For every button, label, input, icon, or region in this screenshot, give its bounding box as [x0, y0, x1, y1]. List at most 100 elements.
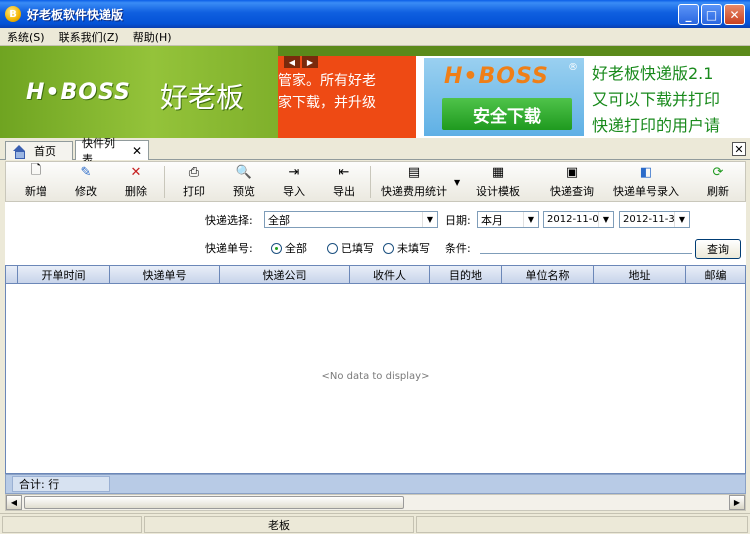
- banner-prev-button[interactable]: ◀: [284, 56, 300, 68]
- close-icon: ✕: [734, 142, 744, 156]
- column-header[interactable]: 快递单号: [110, 266, 220, 284]
- status-cell: [416, 516, 748, 533]
- banner-promo[interactable]: H•BOSS ® 安全下载 好老板快递版2.1 又可以下载并打印 快递打印的用户…: [416, 56, 750, 138]
- menu-help[interactable]: 帮助(H): [126, 29, 179, 45]
- delete-button[interactable]: ✕ 删除: [120, 164, 152, 200]
- print-button[interactable]: ⎙ 打印: [178, 164, 210, 200]
- stats-icon: ▤: [407, 164, 421, 180]
- grid-summary-bar: 合计: 行: [5, 474, 746, 494]
- chevron-right-icon: ▶: [306, 57, 314, 67]
- tab-home[interactable]: 首页: [5, 141, 73, 160]
- chevron-down-icon[interactable]: ▼: [454, 178, 460, 187]
- number-entry-button[interactable]: ◧ 快递单号录入: [610, 164, 682, 200]
- menu-system[interactable]: 系统(S): [0, 29, 52, 45]
- promo-hboss-logo: H•BOSS: [444, 64, 549, 89]
- horizontal-scrollbar[interactable]: ◀ ▶: [5, 494, 746, 511]
- radio-filled-label: 已填写: [341, 242, 374, 255]
- column-header[interactable]: 目的地: [430, 266, 502, 284]
- fee-stats-button-label: 快递费用统计: [381, 185, 447, 198]
- refresh-button[interactable]: ⟳ 刷新: [702, 164, 734, 200]
- express-grid[interactable]: 开单时间 快递单号 快递公司 收件人 目的地 单位名称 地址 邮编 <No da…: [5, 265, 746, 474]
- preview-button[interactable]: 🔍 预览: [228, 164, 260, 200]
- column-header[interactable]: 邮编: [686, 266, 745, 284]
- radio-all-label: 全部: [285, 242, 307, 255]
- edit-icon: ✎: [80, 164, 92, 180]
- date-to-picker[interactable]: 2012-11-30 ▼: [619, 211, 690, 228]
- new-button-label: 新增: [25, 185, 47, 198]
- radio-icon: [383, 242, 394, 254]
- maximize-button[interactable]: □: [701, 4, 722, 25]
- banner-next-button[interactable]: ▶: [302, 56, 318, 68]
- design-template-button-label: 设计模板: [476, 185, 520, 198]
- condition-input[interactable]: [480, 237, 692, 254]
- grid-header: 开单时间 快递单号 快递公司 收件人 目的地 单位名称 地址 邮编: [6, 266, 745, 284]
- import-icon: ⇥: [288, 164, 300, 180]
- chevron-down-icon[interactable]: ▼: [523, 212, 538, 227]
- condition-label: 条件:: [445, 242, 471, 255]
- query-button[interactable]: 查询: [695, 239, 741, 259]
- close-icon: ✕: [729, 7, 740, 22]
- toolbar: 🗋 新增 ✎ 修改 ✕ 删除 ⎙ 打印 🔍 预览 ⇥ 导入 ⇤ 导出 ▤ 快递费…: [5, 161, 746, 202]
- radio-all[interactable]: 全部: [271, 240, 307, 256]
- minimize-icon: _: [685, 7, 692, 22]
- registered-mark: ®: [568, 62, 578, 73]
- chevron-down-icon[interactable]: ▼: [422, 212, 437, 227]
- export-button[interactable]: ⇤ 导出: [328, 164, 360, 200]
- banner-text-line: 管家。所有好老: [278, 73, 376, 89]
- ad-banner[interactable]: H•BOSS 好老板 ◀ ▶ 管家。所有好老 家下载，并升级 H•BOSS ® …: [0, 46, 750, 138]
- tab-close-icon[interactable]: ✕: [132, 144, 142, 158]
- scroll-thumb[interactable]: [24, 496, 404, 509]
- date-range-select[interactable]: 本月 ▼: [477, 211, 539, 228]
- radio-icon: [327, 242, 338, 254]
- tab-bar: 首页 快件列表 ✕ ✕: [0, 137, 750, 166]
- toolbar-separator: [370, 166, 371, 198]
- empty-grid-message: <No data to display>: [321, 371, 430, 382]
- date-range-value: 本月: [481, 213, 503, 227]
- refresh-button-label: 刷新: [707, 185, 729, 198]
- express-company-value: 全部: [268, 213, 290, 227]
- fee-stats-button[interactable]: ▤ 快递费用统计: [378, 164, 450, 200]
- tracking-number-label: 快递单号:: [205, 242, 253, 255]
- grid-corner: [6, 266, 18, 284]
- column-header[interactable]: 地址: [594, 266, 686, 284]
- radio-unfilled-label: 未填写: [397, 242, 430, 255]
- design-template-button[interactable]: ▦ 设计模板: [472, 164, 524, 200]
- express-query-button-label: 快递查询: [550, 185, 594, 198]
- date-from-picker[interactable]: 2012-11-01 ▼: [543, 211, 614, 228]
- express-query-button[interactable]: ▣ 快递查询: [546, 164, 598, 200]
- column-header[interactable]: 开单时间: [18, 266, 110, 284]
- column-header[interactable]: 单位名称: [502, 266, 594, 284]
- safe-download-button[interactable]: 安全下载: [442, 98, 572, 130]
- radio-filled[interactable]: 已填写: [327, 240, 374, 256]
- panel-close-button[interactable]: ✕: [732, 142, 746, 156]
- export-icon: ⇤: [338, 164, 350, 180]
- scroll-left-button[interactable]: ◀: [6, 495, 22, 510]
- column-header[interactable]: 收件人: [350, 266, 430, 284]
- tab-express-list[interactable]: 快件列表 ✕: [75, 137, 149, 166]
- chevron-down-icon[interactable]: ▼: [674, 212, 689, 227]
- banner-scroll-area[interactable]: ◀ ▶ 管家。所有好老 家下载，并升级: [278, 56, 416, 138]
- number-entry-button-label: 快递单号录入: [613, 185, 679, 198]
- edit-button[interactable]: ✎ 修改: [70, 164, 102, 200]
- chevron-down-icon[interactable]: ▼: [598, 212, 613, 227]
- date-to-value: 2012-11-30: [623, 214, 682, 225]
- express-company-select[interactable]: 全部 ▼: [264, 211, 438, 228]
- promo-text-line: 又可以下载并打印: [592, 90, 721, 109]
- import-button[interactable]: ⇥ 导入: [278, 164, 310, 200]
- promo-text-line: 快递打印的用户请: [592, 116, 721, 135]
- window-title: 好老板软件快递版: [27, 7, 124, 22]
- column-header[interactable]: 快递公司: [220, 266, 350, 284]
- printer-icon: ⎙: [188, 164, 200, 180]
- express-select-label: 快递选择:: [205, 214, 253, 227]
- menu-contact[interactable]: 联系我们(Z): [52, 29, 126, 45]
- title-bar[interactable]: B 好老板软件快递版 _ □ ✕: [0, 0, 750, 28]
- minimize-button[interactable]: _: [678, 4, 699, 25]
- radio-unfilled[interactable]: 未填写: [383, 240, 430, 256]
- export-button-label: 导出: [333, 185, 355, 198]
- close-button[interactable]: ✕: [724, 4, 745, 25]
- new-document-icon: 🗋: [30, 163, 42, 178]
- scroll-right-button[interactable]: ▶: [729, 495, 745, 510]
- print-button-label: 打印: [183, 185, 205, 198]
- radio-selected-icon: [271, 242, 282, 254]
- new-button[interactable]: 🗋 新增: [20, 163, 52, 200]
